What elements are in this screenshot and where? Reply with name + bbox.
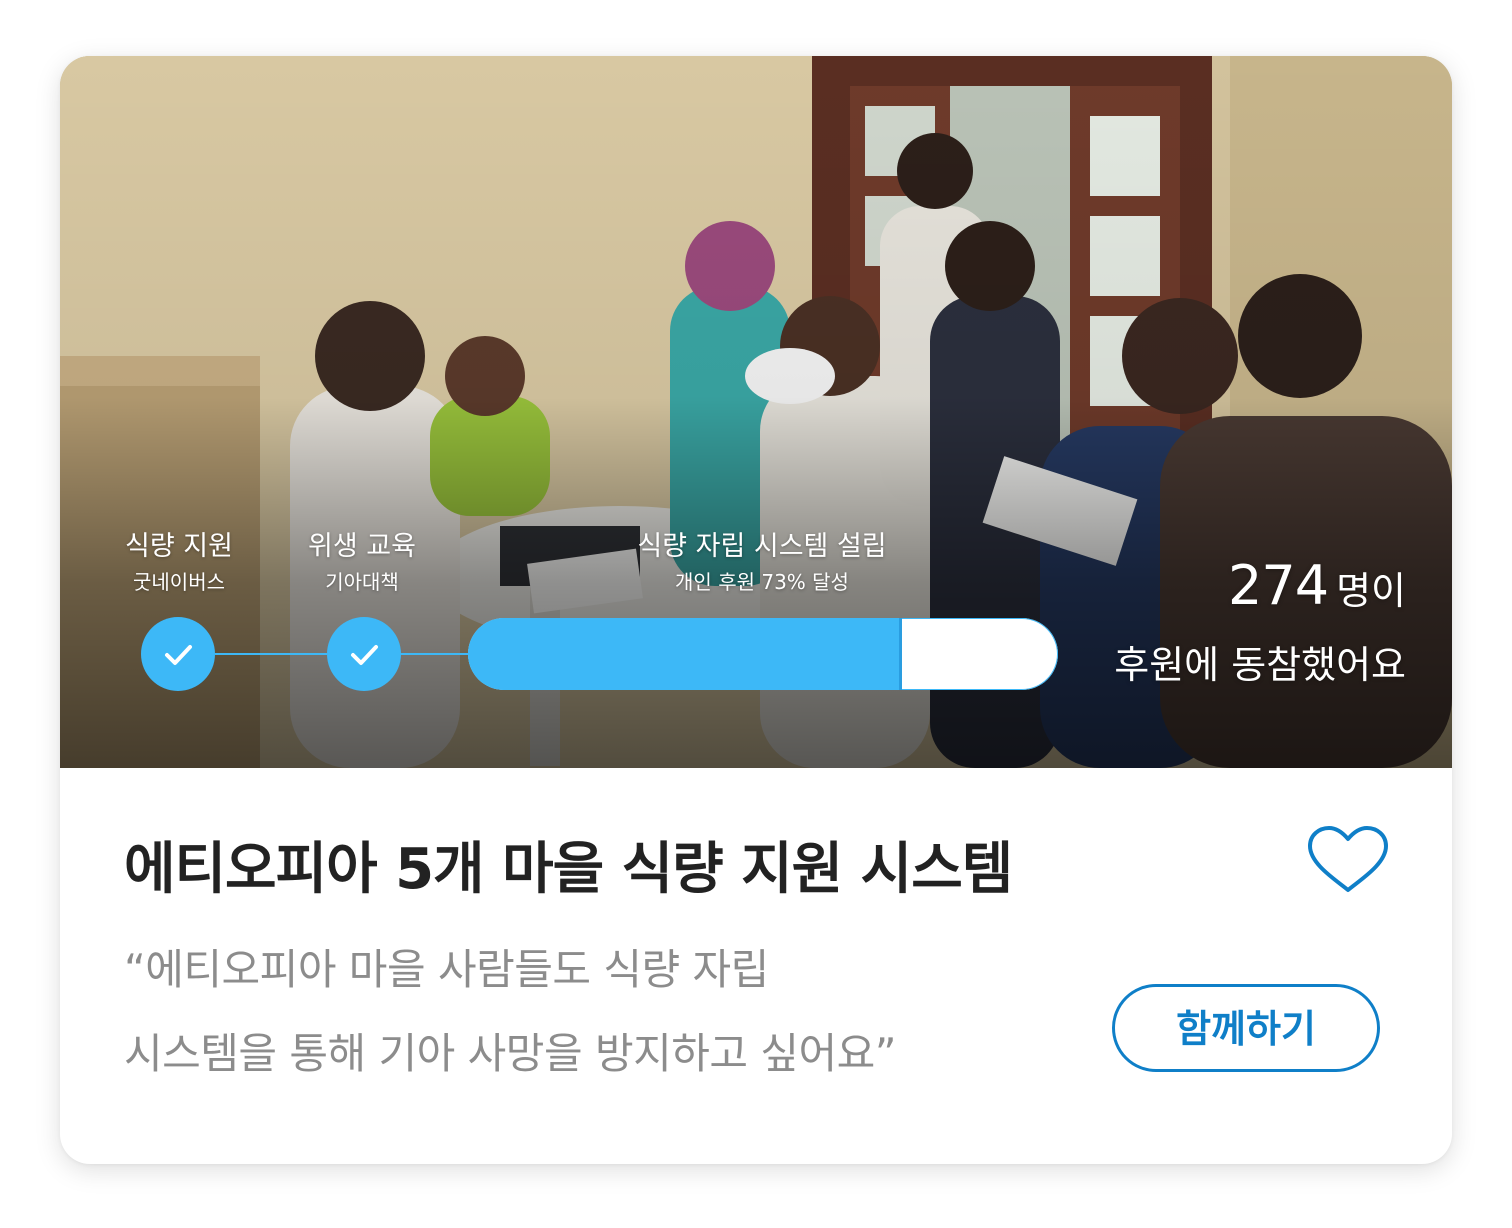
campaign-title: 에티오피아 5개 마을 식량 지원 시스템 [124, 837, 1013, 902]
step-1-title: 식량 지원 [125, 531, 233, 562]
supporter-count: 274 명이 후원에 동참했어요 [1114, 556, 1406, 695]
heart-outline-icon [1308, 826, 1388, 892]
like-button[interactable] [1304, 824, 1392, 896]
step-connector-2 [400, 653, 470, 655]
campaign-quote: “에티오피아 마을 사람들도 식량 자립 시스템을 통해 기아 사망을 방지하고… [124, 928, 1064, 1096]
step-3-label: 식량 자립 시스템 설립 개인 후원 73% 달성 [620, 530, 904, 596]
step-3-title: 식량 자립 시스템 설립 [637, 531, 887, 562]
join-button[interactable]: 함께하기 [1112, 984, 1380, 1072]
step-2-sub: 기아대책 [325, 570, 399, 594]
step-1-label: 식량 지원 굿네이버스 [120, 530, 238, 596]
step-3-progress-bar [468, 618, 1058, 690]
step-1-check [141, 617, 215, 691]
supporter-count-text: 후원에 동참했어요 [1114, 643, 1406, 687]
step-3-sub: 개인 후원 73% 달성 [675, 570, 849, 594]
step-2-check [327, 617, 401, 691]
campaign-photo: 식량 지원 굿네이버스 위생 교육 기아대책 식량 자립 시스템 설립 개인 후… [60, 56, 1452, 768]
supporter-count-unit: 명이 [1336, 569, 1406, 613]
step-2-title: 위생 교육 [308, 531, 416, 562]
quote-line-2: 시스템을 통해 기아 사망을 방지하고 싶어요” [124, 1029, 897, 1078]
supporter-count-number: 274 [1228, 554, 1329, 617]
check-icon [165, 645, 192, 665]
progress-bar-fill [468, 618, 902, 690]
campaign-card[interactable]: 식량 지원 굿네이버스 위생 교육 기아대책 식량 자립 시스템 설립 개인 후… [60, 56, 1452, 1164]
quote-line-1: “에티오피아 마을 사람들도 식량 자립 [124, 945, 769, 994]
step-2-label: 위생 교육 기아대책 [300, 530, 424, 596]
step-connector-1 [215, 653, 327, 655]
check-icon [351, 645, 378, 665]
step-1-sub: 굿네이버스 [133, 570, 225, 594]
